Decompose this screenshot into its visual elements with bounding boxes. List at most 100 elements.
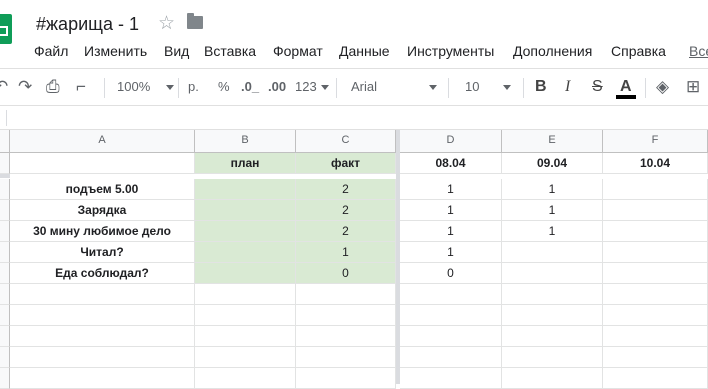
cell-b2[interactable]	[195, 179, 296, 200]
empty-cell[interactable]	[502, 284, 603, 305]
empty-cell[interactable]	[603, 347, 708, 368]
decrease-decimals-button[interactable]: .0_	[241, 69, 259, 105]
undo-icon[interactable]: ↶	[0, 69, 8, 105]
cell-b4[interactable]	[195, 221, 296, 242]
cell-b1[interactable]: план	[195, 153, 296, 174]
cell-e6[interactable]	[502, 263, 603, 284]
cell-c5[interactable]: 1	[296, 242, 396, 263]
formula-bar[interactable]	[0, 106, 708, 130]
cell-d5[interactable]: 1	[400, 242, 502, 263]
empty-cell[interactable]	[10, 347, 195, 368]
menu-format[interactable]: Формат	[273, 43, 323, 59]
cell-e3[interactable]: 1	[502, 200, 603, 221]
empty-cell[interactable]	[400, 305, 502, 326]
currency-format-button[interactable]: р.	[188, 69, 199, 105]
italic-button[interactable]: I	[565, 69, 570, 105]
empty-cell[interactable]	[603, 284, 708, 305]
cell-e1[interactable]: 09.04	[502, 153, 603, 174]
empty-cell[interactable]	[10, 284, 195, 305]
cell-b3[interactable]	[195, 200, 296, 221]
cell-d2[interactable]: 1	[400, 179, 502, 200]
cell-f5[interactable]	[603, 242, 708, 263]
font-size-select[interactable]: 10	[465, 69, 512, 105]
empty-cell[interactable]	[296, 305, 396, 326]
strikethrough-button[interactable]: S	[592, 69, 603, 105]
column-header-c[interactable]: C	[296, 130, 396, 153]
cell-b6[interactable]	[195, 263, 296, 284]
cell-c3[interactable]: 2	[296, 200, 396, 221]
cell-c4[interactable]: 2	[296, 221, 396, 242]
cell-a1[interactable]	[10, 153, 195, 174]
row-header[interactable]	[0, 179, 10, 200]
cell-d1[interactable]: 08.04	[400, 153, 502, 174]
more-formats-select[interactable]: 123	[295, 69, 329, 105]
increase-decimals-button[interactable]: .00	[268, 69, 286, 105]
row-header[interactable]	[0, 221, 10, 242]
cell-f2[interactable]	[603, 179, 708, 200]
empty-cell[interactable]	[296, 347, 396, 368]
empty-cell[interactable]	[400, 347, 502, 368]
row-header[interactable]	[0, 200, 10, 221]
row-header[interactable]	[0, 326, 10, 347]
empty-cell[interactable]	[296, 284, 396, 305]
empty-cell[interactable]	[400, 284, 502, 305]
row-header[interactable]	[0, 347, 10, 368]
empty-cell[interactable]	[603, 305, 708, 326]
row-header[interactable]	[0, 242, 10, 263]
cell-c6[interactable]: 0	[296, 263, 396, 284]
row-header[interactable]	[0, 305, 10, 326]
cell-a5[interactable]: Читал?	[10, 242, 195, 263]
row-header[interactable]	[0, 263, 10, 284]
empty-cell[interactable]	[603, 368, 708, 389]
cell-a4[interactable]: 30 мину любимое дело	[10, 221, 195, 242]
frozen-columns-divider[interactable]	[396, 130, 400, 384]
menu-data[interactable]: Данные	[339, 43, 390, 59]
empty-cell[interactable]	[502, 326, 603, 347]
empty-cell[interactable]	[195, 305, 296, 326]
empty-cell[interactable]	[502, 347, 603, 368]
cell-e2[interactable]: 1	[502, 179, 603, 200]
row-header[interactable]	[0, 368, 10, 389]
cell-a2[interactable]: подъем 5.00	[10, 179, 195, 200]
frozen-rows-divider[interactable]	[0, 174, 10, 178]
empty-cell[interactable]	[400, 326, 502, 347]
cell-b5[interactable]	[195, 242, 296, 263]
menu-edit[interactable]: Изменить	[84, 43, 147, 59]
menu-addons[interactable]: Дополнения	[513, 43, 592, 59]
cell-e5[interactable]	[502, 242, 603, 263]
menu-view[interactable]: Вид	[164, 43, 189, 59]
star-icon[interactable]: ☆	[158, 12, 175, 35]
cell-d6[interactable]: 0	[400, 263, 502, 284]
empty-cell[interactable]	[502, 368, 603, 389]
paint-format-icon[interactable]: ⌐	[76, 69, 86, 105]
menu-tools[interactable]: Инструменты	[407, 43, 494, 59]
bold-button[interactable]: B	[535, 69, 547, 105]
empty-cell[interactable]	[195, 284, 296, 305]
empty-cell[interactable]	[195, 347, 296, 368]
cell-f6[interactable]	[603, 263, 708, 284]
sheets-logo-icon[interactable]	[0, 14, 12, 44]
menu-file[interactable]: Файл	[34, 43, 68, 59]
cell-a6[interactable]: Еда соблюдал?	[10, 263, 195, 284]
folder-icon[interactable]	[187, 13, 203, 29]
empty-cell[interactable]	[296, 326, 396, 347]
empty-cell[interactable]	[502, 305, 603, 326]
cell-c2[interactable]: 2	[296, 179, 396, 200]
empty-cell[interactable]	[195, 326, 296, 347]
menu-help[interactable]: Справка	[611, 43, 666, 59]
row-header[interactable]	[0, 153, 10, 174]
last-edit-link[interactable]: Все	[689, 43, 708, 59]
document-title[interactable]: #жарища - 1	[36, 14, 139, 35]
empty-cell[interactable]	[400, 368, 502, 389]
cell-d4[interactable]: 1	[400, 221, 502, 242]
cell-d3[interactable]: 1	[400, 200, 502, 221]
empty-cell[interactable]	[10, 305, 195, 326]
fill-color-icon[interactable]: ◈	[656, 69, 669, 105]
empty-cell[interactable]	[603, 326, 708, 347]
cell-f1[interactable]: 10.04	[603, 153, 708, 174]
column-header-a[interactable]: A	[10, 130, 195, 153]
column-header-d[interactable]: D	[400, 130, 502, 153]
column-header-b[interactable]: B	[195, 130, 296, 153]
cell-e4[interactable]: 1	[502, 221, 603, 242]
zoom-select[interactable]: 100%	[117, 69, 175, 105]
